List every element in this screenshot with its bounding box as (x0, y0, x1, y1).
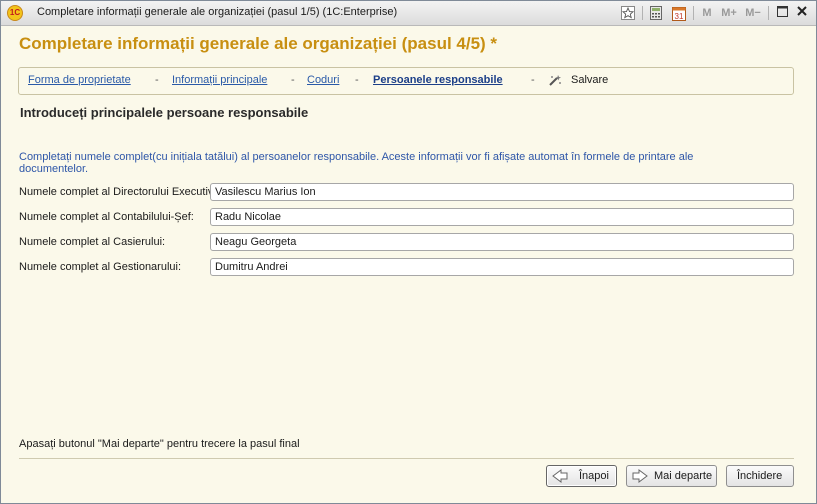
arrow-left-icon (552, 469, 568, 483)
back-button-label: Înapoi (579, 470, 609, 482)
step-separator: - (291, 74, 295, 86)
next-button-label: Mai departe (654, 470, 713, 482)
memory-button[interactable]: M (700, 6, 714, 21)
svg-text:31: 31 (675, 12, 684, 21)
title-bar: 1C Completare informații generale ale or… (1, 1, 816, 26)
calendar-icon[interactable]: 31 (671, 6, 687, 21)
director-name-input[interactable] (210, 183, 794, 201)
window-title: Completare informații generale ale organ… (37, 6, 398, 18)
storekeeper-label: Numele complet al Gestionarului: (19, 261, 182, 273)
magic-wand-icon (549, 75, 561, 86)
chief-accountant-label: Numele complet al Contabilului-Șef: (19, 211, 194, 223)
maximize-icon[interactable] (775, 6, 789, 21)
step-separator: - (355, 74, 359, 86)
step-current-responsible-persons[interactable]: Persoanele responsabile (373, 74, 503, 86)
footer-divider (19, 458, 794, 459)
step-link-codes[interactable]: Coduri (307, 74, 339, 86)
close-button[interactable]: Închidere (726, 465, 794, 487)
chief-accountant-name-input[interactable] (210, 208, 794, 226)
step-save: Salvare (571, 74, 609, 86)
director-label: Numele complet al Directorului Executiv: (19, 186, 217, 198)
calculator-icon[interactable] (649, 6, 663, 21)
step-separator: - (531, 74, 535, 86)
back-button[interactable]: Înapoi (546, 465, 617, 487)
hint-text: Apasați butonul "Mai departe" pentru tre… (19, 438, 300, 450)
next-button[interactable]: Mai departe (626, 465, 717, 487)
info-text: Completați numele complet(cu inițiala ta… (19, 151, 694, 175)
favorite-star-icon[interactable] (621, 6, 635, 21)
1c-logo-icon: 1C (7, 5, 23, 21)
step-separator: - (155, 74, 159, 86)
arrow-right-icon (632, 469, 648, 483)
close-icon[interactable] (795, 6, 809, 21)
storekeeper-name-input[interactable] (210, 258, 794, 276)
step-link-ownership-form[interactable]: Forma de proprietate (28, 74, 131, 86)
cashier-label: Numele complet al Casierului: (19, 236, 166, 248)
memory-minus-button[interactable]: M− (743, 6, 763, 21)
section-title: Introduceți principalele persoane respon… (20, 105, 309, 120)
memory-plus-button[interactable]: M+ (719, 6, 739, 21)
cashier-name-input[interactable] (210, 233, 794, 251)
close-button-label: Închidere (737, 470, 783, 482)
wizard-window: 1C Completare informații generale ale or… (0, 0, 817, 504)
step-link-main-info[interactable]: Informații principale (172, 74, 267, 86)
wizard-steps-bar: Forma de proprietate - Informații princi… (18, 67, 794, 95)
page-title: Completare informații generale ale organ… (19, 34, 498, 53)
